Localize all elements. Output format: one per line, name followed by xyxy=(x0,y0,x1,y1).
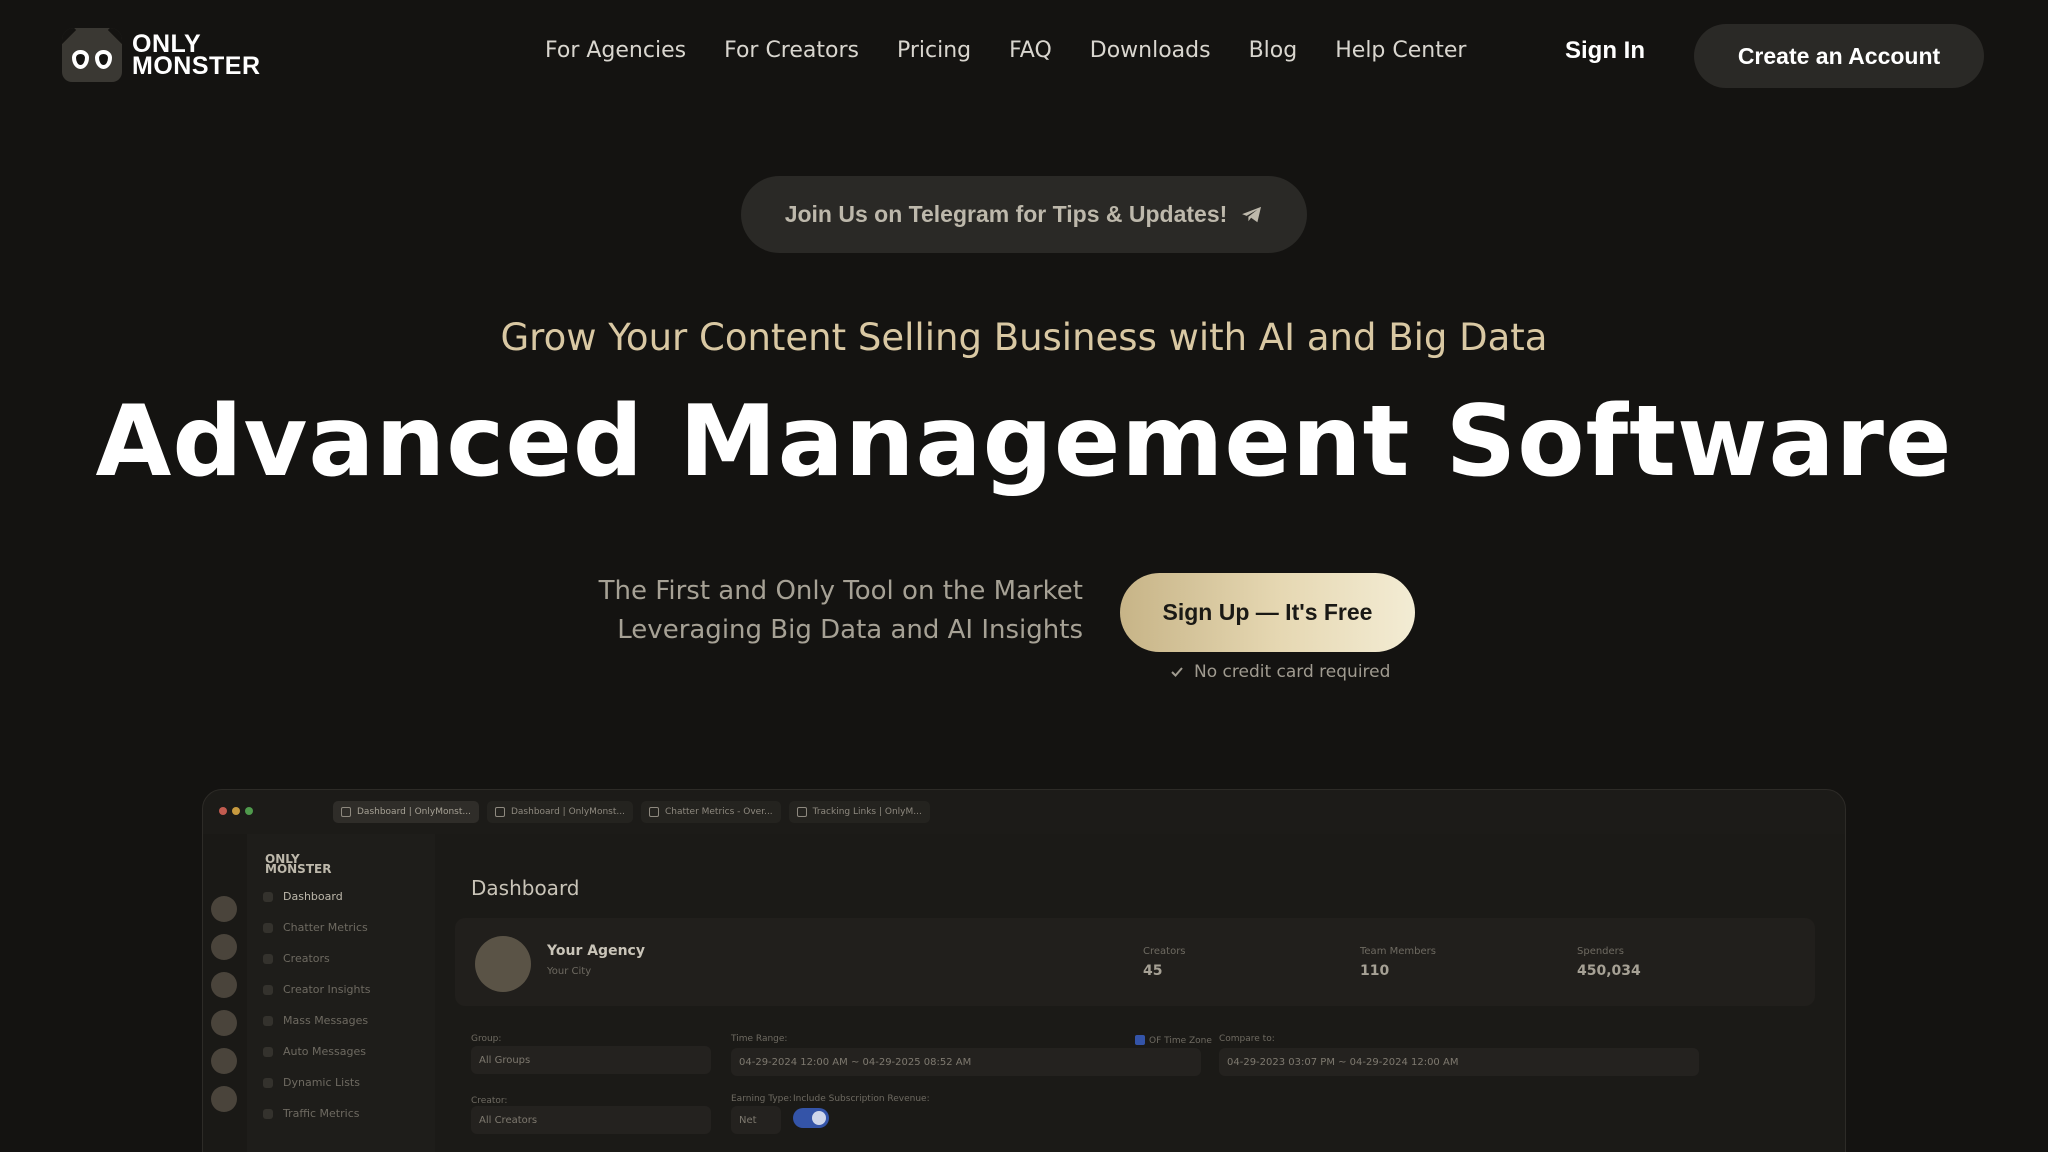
no-credit-card-note: No credit card required xyxy=(1170,662,1390,682)
nav-faq[interactable]: FAQ xyxy=(1009,38,1052,63)
preview-logo: ONLY MONSTER xyxy=(265,852,332,876)
tab-label: Dashboard | OnlyMonst... xyxy=(357,807,471,817)
hero-subtitle-line2: Leveraging Big Data and AI Insights xyxy=(617,615,1083,645)
browser-tab: Tracking Links | OnlyM... xyxy=(788,801,930,823)
creator-select: All Creators xyxy=(471,1106,711,1134)
of-time-zone-label: OF Time Zone xyxy=(1149,1036,1212,1046)
browser-bar: Dashboard | OnlyMonst... Dashboard | Onl… xyxy=(203,790,1845,834)
agency-city: Your City xyxy=(547,966,592,977)
preview-sidebar-item: Chatter Metrics xyxy=(263,921,368,934)
creator-avatar xyxy=(211,1048,237,1074)
compare-label: Compare to: xyxy=(1219,1034,1275,1044)
hero-subtitle-line1: The First and Only Tool on the Market xyxy=(598,576,1083,606)
preview-sidebar: ONLY MONSTER Dashboard Chatter Metrics C… xyxy=(247,834,435,1152)
create-account-button[interactable]: Create an Account xyxy=(1694,24,1984,88)
of-time-zone-checkbox xyxy=(1135,1035,1145,1045)
stat-team-members: Team Members 110 xyxy=(1360,946,1436,979)
preview-sidebar-item: Creators xyxy=(263,952,330,965)
creator-avatar xyxy=(211,934,237,960)
hero-tagline: Grow Your Content Selling Business with … xyxy=(500,316,1548,359)
minimize-dot-icon xyxy=(232,807,240,815)
preview-sidebar-item: Traffic Metrics xyxy=(262,1107,360,1120)
preview-icon-rail xyxy=(203,834,247,1152)
browser-tab: Dashboard | OnlyMonst... xyxy=(333,801,479,823)
telegram-cta-label: Join Us on Telegram for Tips & Updates! xyxy=(784,201,1228,227)
tab-favicon-icon xyxy=(796,807,807,817)
time-range-input: 04-29-2024 12:00 AM ~ 04-29-2025 08:52 A… xyxy=(731,1048,1201,1076)
group-select: All Groups xyxy=(471,1046,711,1074)
preview-sidebar-item: Dynamic Lists xyxy=(263,1076,360,1089)
preview-sidebar-item: Auto Messages xyxy=(263,1045,366,1058)
tab-label: Chatter Metrics - Over... xyxy=(664,807,773,817)
site-header: ONLY MONSTER For Agencies For Creators P… xyxy=(0,0,2048,112)
preview-dashboard-title: Dashboard xyxy=(471,876,580,900)
no-credit-card-text: No credit card required xyxy=(1194,662,1391,682)
nav-help-center[interactable]: Help Center xyxy=(1335,38,1466,63)
hero-subtitle: The First and Only Tool on the Market Le… xyxy=(599,572,1083,650)
time-range-label: Time Range: xyxy=(731,1034,788,1044)
sign-up-button[interactable]: Sign Up — It's Free xyxy=(1120,573,1415,652)
compare-input: 04-29-2023 03:07 PM ~ 04-29-2024 12:00 A… xyxy=(1219,1048,1699,1076)
stat-creators: Creators 45 xyxy=(1143,946,1186,979)
tab-label: Dashboard | OnlyMonst... xyxy=(510,807,625,817)
creator-label: Creator: xyxy=(471,1096,508,1106)
nav-pricing[interactable]: Pricing xyxy=(897,38,971,63)
stat-spenders: Spenders 450,034 xyxy=(1577,946,1641,979)
tab-label: Tracking Links | OnlyM... xyxy=(812,807,922,817)
browser-tab: Dashboard | OnlyMonst... xyxy=(486,801,633,823)
browser-tabs: Dashboard | OnlyMonst... Dashboard | Onl… xyxy=(333,801,938,823)
earning-type-label: Earning Type: xyxy=(731,1094,792,1104)
creator-avatar xyxy=(211,1086,237,1112)
include-subscription-toggle xyxy=(793,1108,829,1128)
close-dot-icon xyxy=(219,807,227,815)
telegram-cta-button[interactable]: Join Us on Telegram for Tips & Updates! xyxy=(741,176,1307,253)
creator-avatar xyxy=(211,972,237,998)
nav-blog[interactable]: Blog xyxy=(1249,38,1298,63)
logo-text: ONLY MONSTER xyxy=(132,30,261,80)
telegram-icon xyxy=(1242,206,1262,222)
agency-name: Your Agency xyxy=(547,943,645,959)
monster-logo-icon xyxy=(62,28,122,82)
creator-avatar xyxy=(211,896,237,922)
group-label: Group: xyxy=(471,1034,502,1044)
agency-card: Your Agency Your City Creators 45 Team M… xyxy=(455,918,1815,1006)
checkmark-icon xyxy=(1171,667,1183,677)
earning-type-select: Net xyxy=(731,1106,781,1134)
logo[interactable]: ONLY MONSTER xyxy=(62,28,261,82)
preview-sidebar-item: Dashboard xyxy=(263,890,343,903)
nav-for-creators[interactable]: For Creators xyxy=(724,38,859,63)
browser-tab: Chatter Metrics - Over... xyxy=(640,801,781,823)
creator-avatar xyxy=(211,1010,237,1036)
tab-favicon-icon xyxy=(648,807,659,817)
window-controls xyxy=(219,807,258,815)
hero-title: Advanced Management Software xyxy=(95,385,1953,499)
include-subscription-label: Include Subscription Revenue: xyxy=(793,1094,930,1104)
preview-main: Dashboard Your Agency Your City Creators… xyxy=(435,834,1845,1152)
preview-sidebar-item: Creator Insights xyxy=(263,983,371,996)
sign-in-link[interactable]: Sign In xyxy=(1565,37,1645,65)
agency-avatar xyxy=(475,936,531,992)
preview-sidebar-item: Mass Messages xyxy=(262,1014,369,1027)
dashboard-preview: Dashboard | OnlyMonst... Dashboard | Onl… xyxy=(202,789,1846,1152)
nav-for-agencies[interactable]: For Agencies xyxy=(545,38,686,63)
nav-downloads[interactable]: Downloads xyxy=(1090,38,1211,63)
tab-favicon-icon xyxy=(494,807,505,817)
maximize-dot-icon xyxy=(245,807,253,815)
main-nav: For Agencies For Creators Pricing FAQ Do… xyxy=(545,38,1504,63)
tab-favicon-icon xyxy=(341,807,351,817)
